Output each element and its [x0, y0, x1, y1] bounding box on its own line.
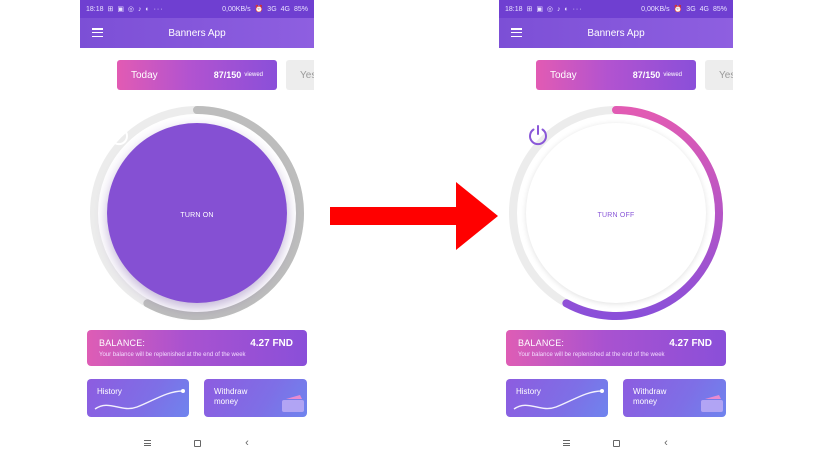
tab-yesterday[interactable]: Yes	[705, 60, 733, 90]
turn-off-button[interactable]: TURN OFF	[526, 123, 706, 303]
tab-today[interactable]: Today 87/150 viewed	[536, 60, 696, 90]
phone-screen-before: 18:18 ⊞ ▣ ◎ ♪ ◐ ··· 0,00KB/s ⏰ 3G 4G 85%…	[80, 0, 314, 460]
battery-level: 85%	[712, 5, 727, 13]
wave-icon	[513, 389, 604, 410]
notification-icons: ⊞ ▣ ◎ ♪ ◐ ···	[526, 6, 583, 13]
balance-note: Your balance will be replenished at the …	[518, 352, 665, 358]
turn-on-button[interactable]: TURN ON	[107, 123, 287, 303]
withdraw-money-button[interactable]: Withdraw money	[623, 379, 726, 417]
balance-card: BALANCE: 4.27 FND Your balance will be r…	[506, 330, 726, 366]
phone-screen-after: 18:18 ⊞ ▣ ◎ ♪ ◐ ··· 0,00KB/s ⏰ 3G 4G 85%…	[499, 0, 733, 460]
history-label: History	[516, 387, 541, 396]
balance-title: BALANCE:	[518, 338, 565, 348]
history-button[interactable]: History	[87, 379, 189, 417]
app-title: Banners App	[587, 27, 645, 39]
withdraw-label: Withdraw money	[633, 387, 666, 407]
alarm-icon: ⏰	[254, 6, 264, 13]
home-icon[interactable]	[610, 437, 622, 449]
app-toolbar: Banners App	[80, 18, 314, 48]
views-suffix: viewed	[244, 72, 263, 78]
balance-title: BALANCE:	[99, 338, 146, 348]
withdraw-label-line1: Withdraw	[633, 387, 667, 396]
withdraw-money-button[interactable]: Withdraw money	[204, 379, 307, 417]
balance-amount: 4.27 FND	[669, 338, 712, 349]
status-time: 18:18	[505, 5, 523, 13]
withdraw-label-line2: money	[633, 397, 658, 406]
signal-4g: 4G	[280, 5, 290, 13]
system-nav-bar: ‹	[80, 432, 314, 454]
withdraw-label-line1: Withdraw	[214, 387, 248, 396]
tab-yesterday-label: Yes	[300, 69, 314, 81]
hamburger-icon[interactable]	[92, 28, 103, 37]
hamburger-icon[interactable]	[511, 28, 522, 37]
power-label: TURN ON	[180, 212, 214, 219]
power-icon	[110, 125, 128, 146]
history-label: History	[97, 387, 122, 396]
notification-icons: ⊞ ▣ ◎ ♪ ◐ ···	[107, 6, 164, 13]
views-count: 87/150	[632, 70, 661, 80]
tab-today-label: Today	[131, 69, 158, 81]
tab-today[interactable]: Today 87/150 viewed	[117, 60, 277, 90]
battery-level: 85%	[293, 5, 308, 13]
signal-3g: 3G	[686, 5, 696, 13]
tab-yesterday-label: Yes	[719, 69, 733, 81]
withdraw-label: Withdraw money	[214, 387, 247, 407]
app-title: Banners App	[168, 27, 226, 39]
tab-today-label: Today	[550, 69, 577, 81]
network-speed: 0,00KB/s	[222, 5, 251, 13]
network-speed: 0,00KB/s	[641, 5, 670, 13]
views-suffix: viewed	[663, 72, 682, 78]
status-bar: 18:18 ⊞ ▣ ◎ ♪ ◐ ··· 0,00KB/s ⏰ 3G 4G 85%	[80, 0, 314, 18]
balance-amount: 4.27 FND	[250, 338, 293, 349]
power-label: TURN OFF	[597, 212, 635, 219]
balance-note: Your balance will be replenished at the …	[99, 352, 246, 358]
signal-3g: 3G	[267, 5, 277, 13]
power-ring: TURN ON	[87, 103, 307, 323]
status-time: 18:18	[86, 5, 104, 13]
views-count: 87/150	[213, 70, 242, 80]
home-icon[interactable]	[191, 437, 203, 449]
transition-arrow-icon	[330, 182, 498, 250]
power-icon	[529, 125, 547, 146]
app-toolbar: Banners App	[499, 18, 733, 48]
tab-yesterday[interactable]: Yes	[286, 60, 314, 90]
power-ring: TURN OFF	[506, 103, 726, 323]
signal-4g: 4G	[699, 5, 709, 13]
withdraw-label-line2: money	[214, 397, 239, 406]
system-nav-bar: ‹	[499, 432, 733, 454]
status-bar: 18:18 ⊞ ▣ ◎ ♪ ◐ ··· 0,00KB/s ⏰ 3G 4G 85%	[499, 0, 733, 18]
alarm-icon: ⏰	[673, 6, 683, 13]
history-button[interactable]: History	[506, 379, 608, 417]
menu-icon[interactable]	[141, 437, 153, 449]
menu-icon[interactable]	[560, 437, 572, 449]
back-icon[interactable]: ‹	[660, 437, 672, 449]
wave-icon	[94, 389, 185, 410]
back-icon[interactable]: ‹	[241, 437, 253, 449]
balance-card: BALANCE: 4.27 FND Your balance will be r…	[87, 330, 307, 366]
